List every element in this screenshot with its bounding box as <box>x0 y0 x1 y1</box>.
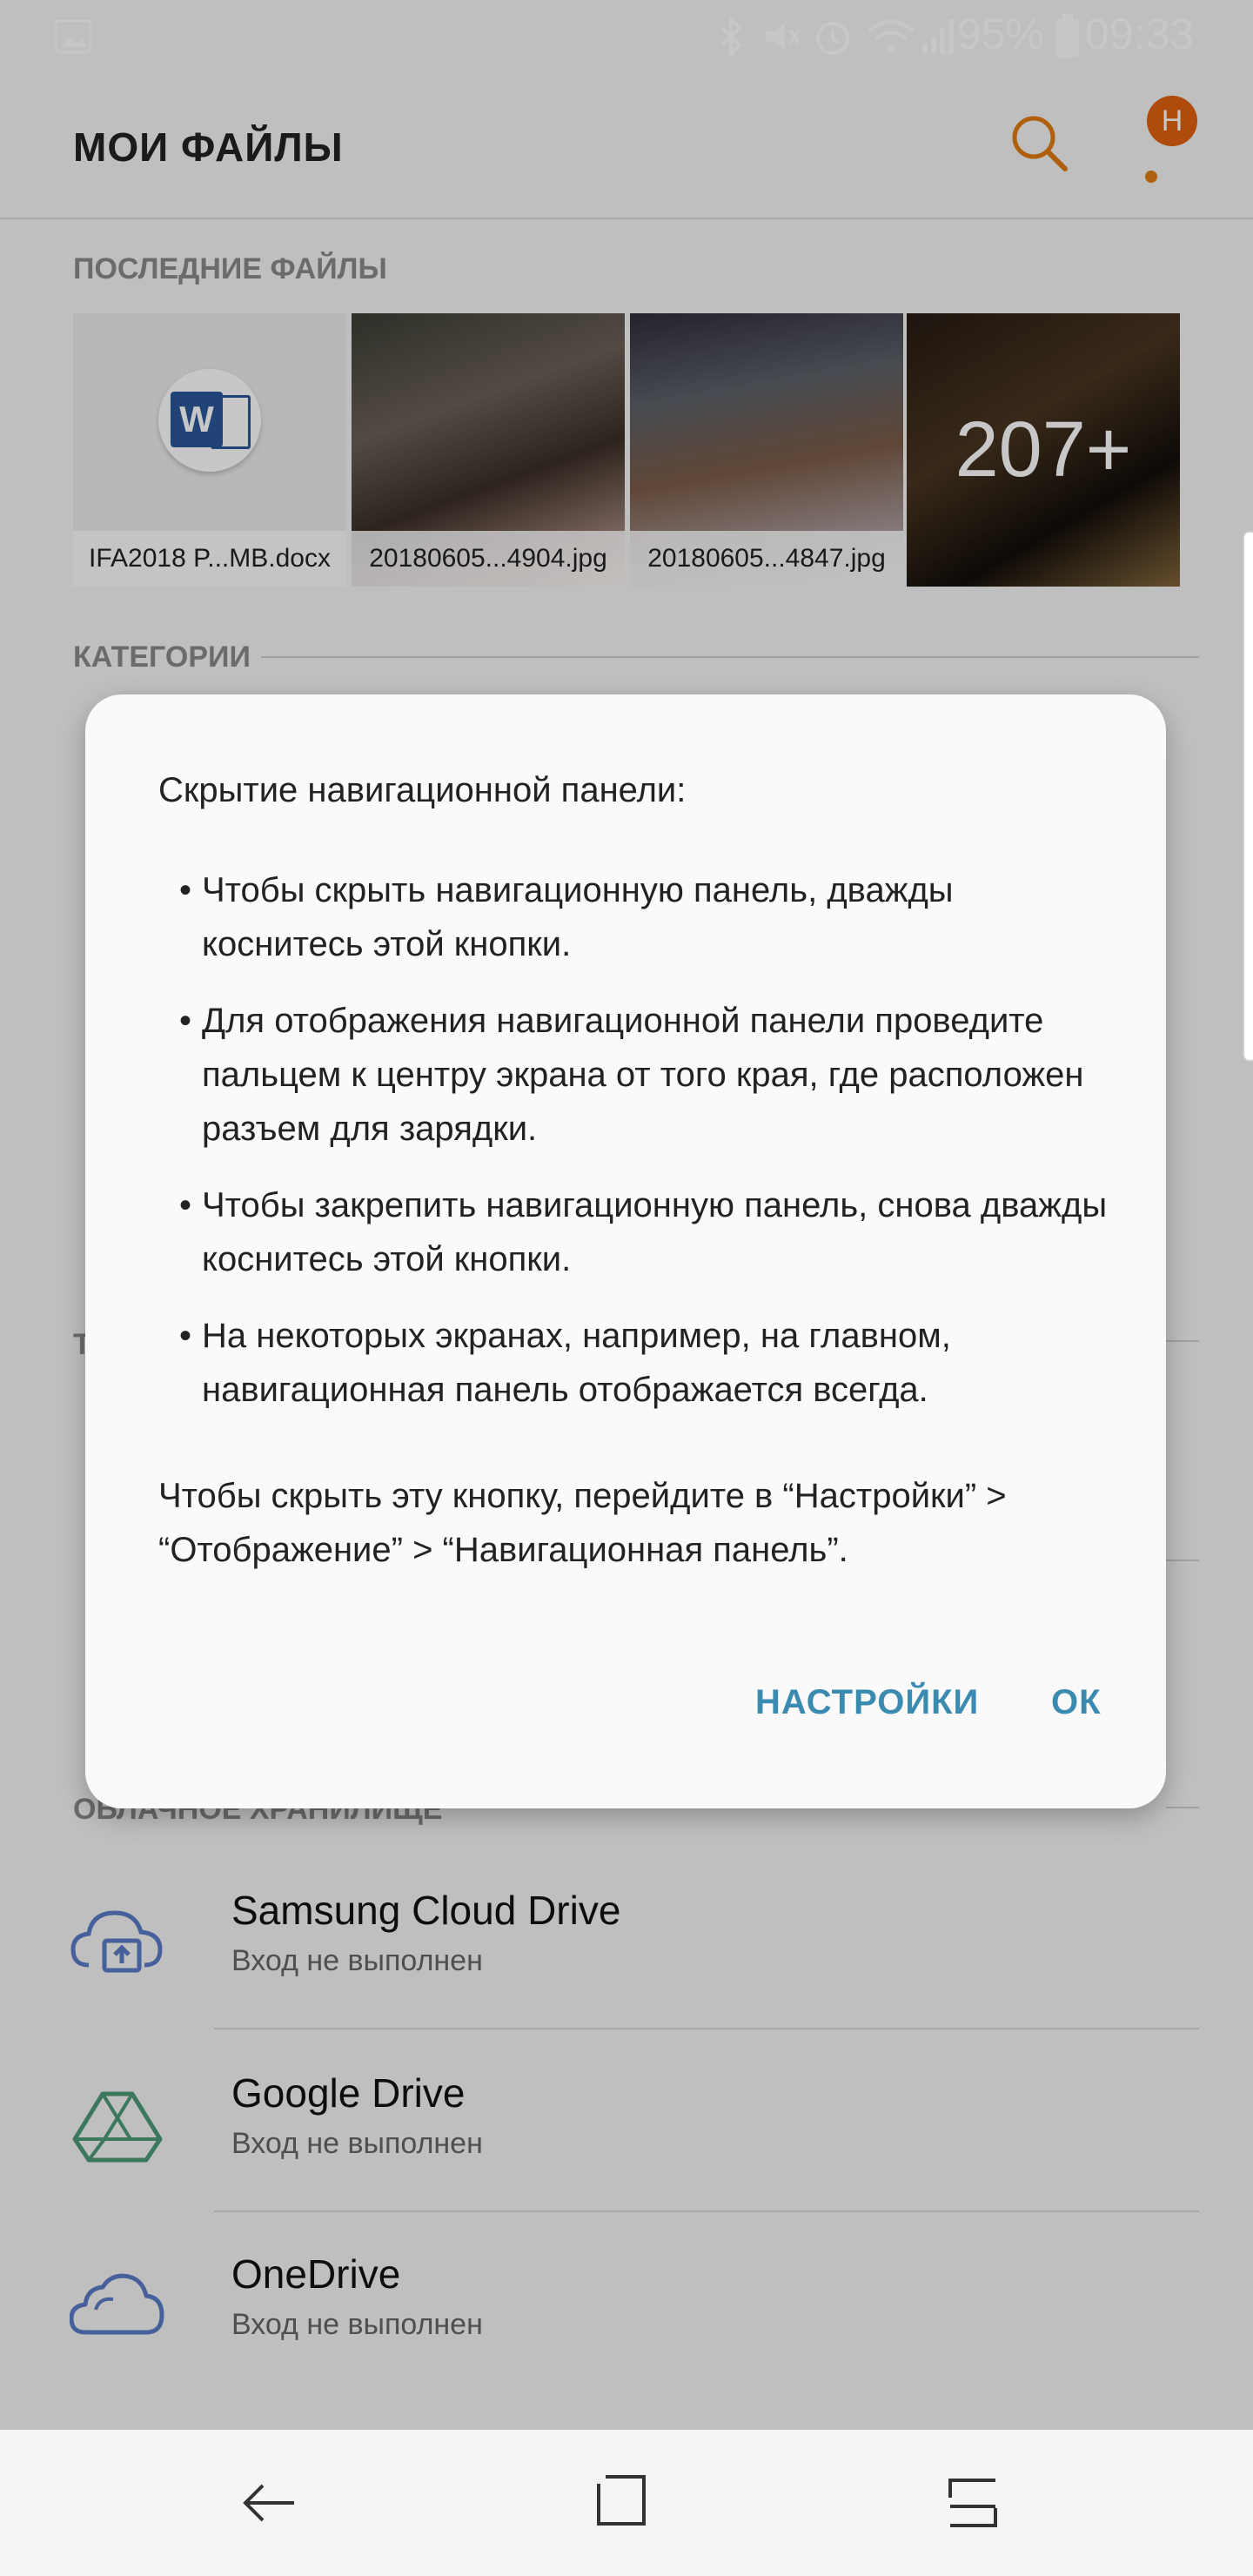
dialog-bullet: Для отображения навигационной панели про… <box>179 994 1119 1156</box>
settings-button[interactable]: НАСТРОЙКИ <box>755 1683 979 1722</box>
back-icon[interactable] <box>242 2477 298 2529</box>
dialog-bullet-list: Чтобы скрыть навигационную панель, дважд… <box>179 863 1119 1439</box>
recent-apps-icon[interactable] <box>945 2477 1001 2529</box>
system-navigation-bar <box>0 2430 1253 2576</box>
dialog-bullet: Чтобы закрепить навигационную панель, сн… <box>179 1178 1119 1286</box>
edge-panel-handle[interactable] <box>1243 531 1253 1062</box>
dialog-title: Скрытие навигационной панели: <box>158 771 687 809</box>
dialog-bullet: На некоторых экранах, например, на главн… <box>179 1309 1119 1417</box>
dialog-bullet: Чтобы скрыть навигационную панель, дважд… <box>179 863 1119 971</box>
dialog-footer-text: Чтобы скрыть эту кнопку, перейдите в “На… <box>158 1477 1007 1569</box>
home-icon[interactable] <box>593 2473 649 2529</box>
navigation-bar-hint-dialog: Скрытие навигационной панели: Чтобы скры… <box>85 694 1166 1808</box>
ok-button[interactable]: ОК <box>1051 1683 1102 1722</box>
